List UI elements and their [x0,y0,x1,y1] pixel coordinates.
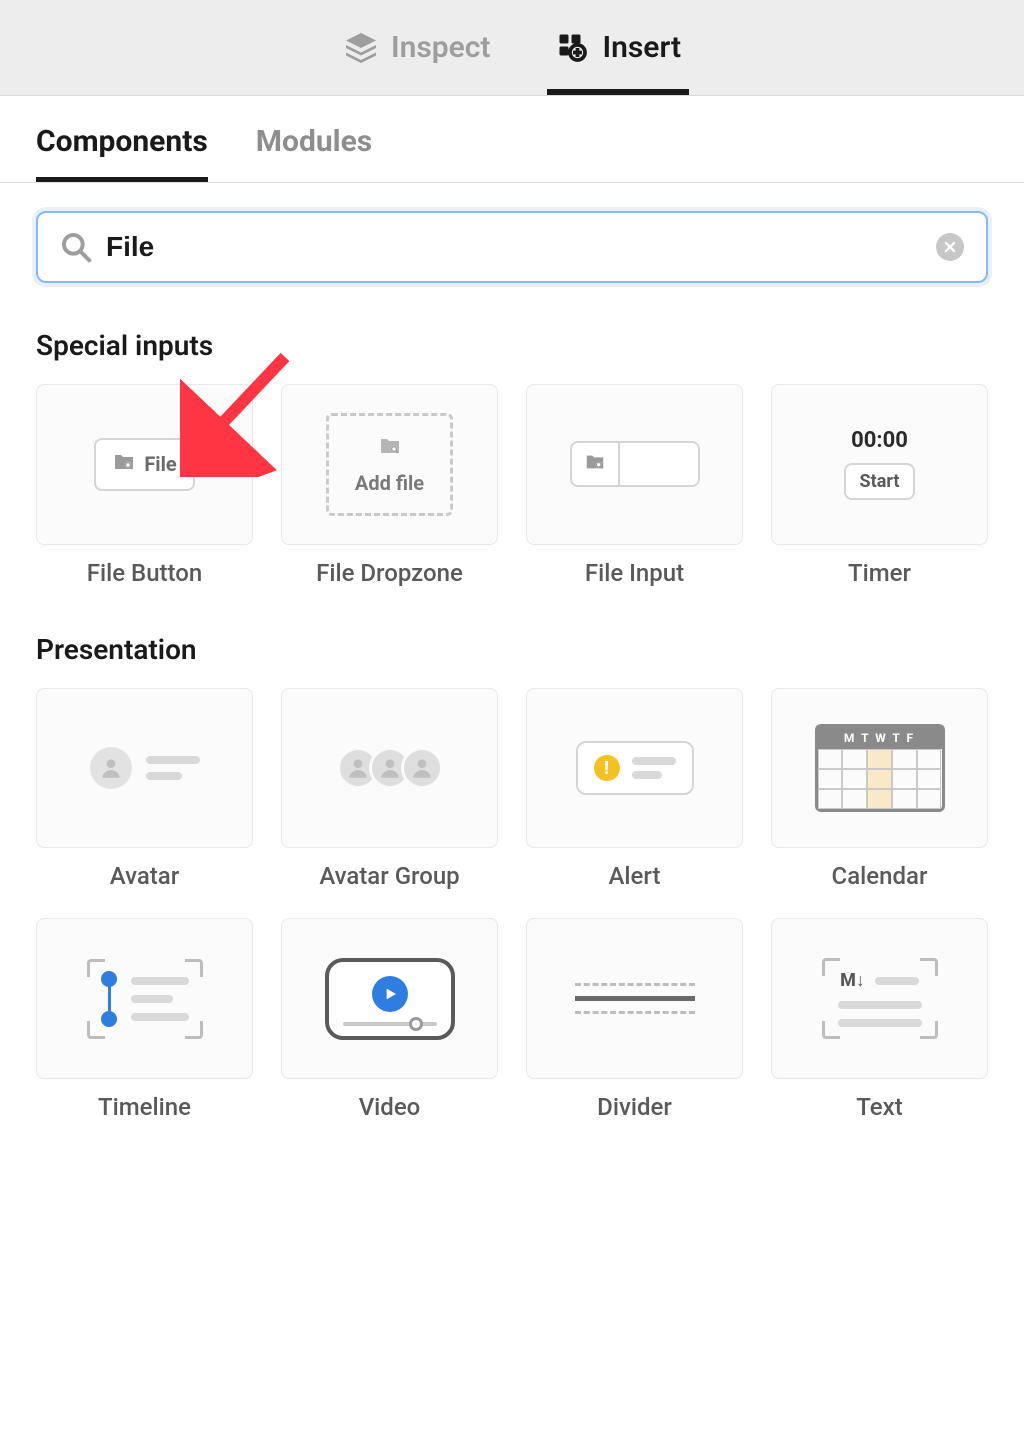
component-alert[interactable]: ! [526,688,743,849]
component-video[interactable] [281,918,498,1079]
component-calendar[interactable]: M T W T F [771,688,988,849]
component-label: File Dropzone [316,559,463,587]
subtab-components[interactable]: Components [36,124,208,182]
component-avatar-group[interactable] [281,688,498,849]
component-label: Avatar Group [319,862,459,890]
tab-inspect-label: Inspect [391,30,491,65]
component-text[interactable]: M↓ [771,918,988,1079]
component-timeline[interactable] [36,918,253,1079]
search-box[interactable] [36,211,988,283]
tab-insert[interactable]: Insert [547,0,690,95]
warning-icon: ! [594,755,620,781]
tab-inspect[interactable]: Inspect [335,0,499,95]
component-label: File Button [87,559,202,587]
component-label: Text [856,1093,902,1121]
insert-icon [555,30,591,66]
avatar-icon [401,747,443,789]
section-title-special-inputs: Special inputs [36,329,988,362]
timer-time: 00:00 [851,428,908,453]
calendar-days: M T W T F [818,727,942,749]
component-label: Divider [597,1093,672,1121]
play-icon [372,976,408,1012]
component-timer[interactable]: 00:00 Start [771,384,988,545]
presentation-grid: Avatar Avatar Group ! Alert [36,688,988,1121]
clear-search-icon[interactable] [936,233,964,261]
component-label: Video [359,1093,421,1121]
search-icon [60,231,92,263]
folder-search-icon [584,451,606,477]
component-avatar[interactable] [36,688,253,849]
special-inputs-grid: File File Button Add file File Dropzone … [36,384,988,587]
tab-insert-label: Insert [603,30,682,65]
component-file-button[interactable]: File [36,384,253,545]
folder-search-icon [378,434,402,463]
timer-start-label: Start [844,463,916,500]
layers-icon [343,30,379,66]
calendar-icon: M T W T F [815,724,945,812]
component-file-input[interactable] [526,384,743,545]
component-file-dropzone[interactable]: Add file [281,384,498,545]
avatar-icon [90,747,132,789]
file-button-thumb-label: File [144,452,176,476]
component-divider[interactable] [526,918,743,1079]
divider-icon [575,983,695,1014]
top-toolbar: Inspect Insert [0,0,1024,96]
section-title-presentation: Presentation [36,633,988,666]
component-label: Calendar [832,862,928,890]
component-label: Avatar [110,862,179,890]
video-icon [325,958,455,1040]
subtab-modules[interactable]: Modules [256,124,372,182]
panel-subtabs: Components Modules [0,96,1024,183]
component-label: Timer [848,559,911,587]
component-label: File Input [585,559,684,587]
component-label: Timeline [98,1093,191,1121]
folder-search-icon [112,450,136,479]
dropzone-thumb-label: Add file [355,471,424,495]
component-label: Alert [609,862,661,890]
search-input[interactable] [106,231,922,263]
